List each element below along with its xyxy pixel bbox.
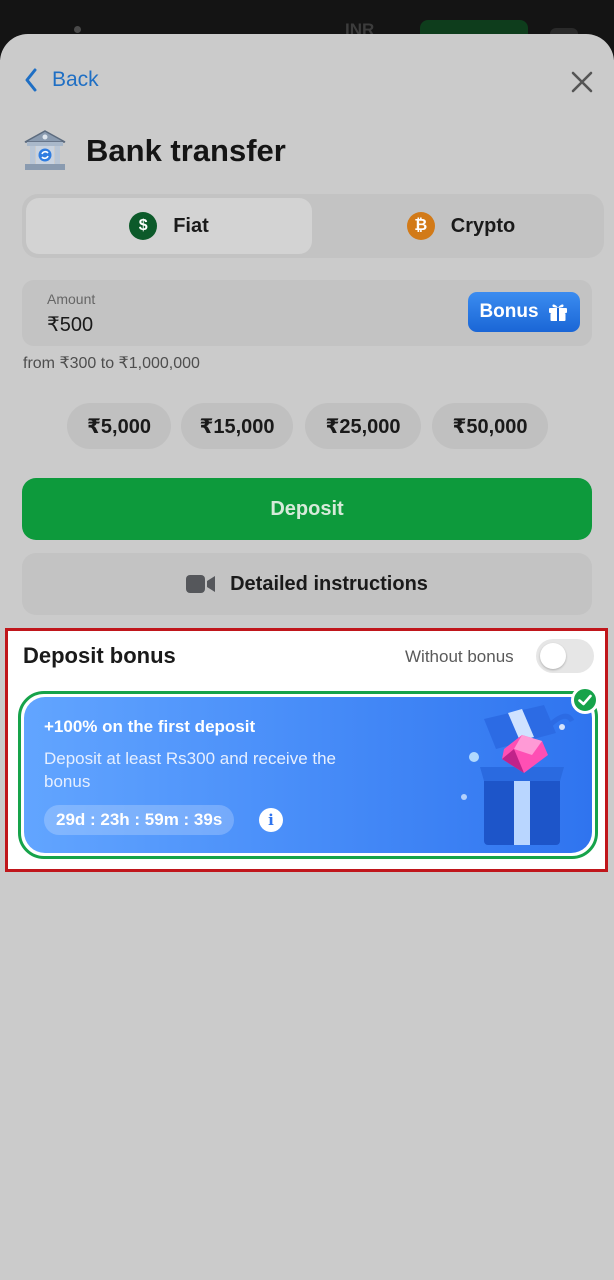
amount-range-hint: from ₹300 to ₹1,000,000 xyxy=(23,355,200,372)
gift-box-diamond-icon xyxy=(461,705,575,845)
quick-amount-chip[interactable]: ₹50,000 xyxy=(432,403,548,449)
back-label: Back xyxy=(52,68,99,91)
quick-amount-chip[interactable]: ₹15,000 xyxy=(181,403,293,449)
tab-crypto-label: Crypto xyxy=(450,214,516,237)
gift-icon xyxy=(548,304,567,321)
bonus-offer-banner: +100% on the first deposit Deposit at le… xyxy=(24,697,592,853)
bonus-countdown-timer: 29d : 23h : 59m : 39s xyxy=(44,805,235,835)
video-camera-icon xyxy=(186,575,216,593)
bank-icon xyxy=(24,130,66,170)
bonus-button[interactable]: Bonus xyxy=(468,292,580,332)
bonus-offer-card[interactable]: +100% on the first deposit Deposit at le… xyxy=(18,691,598,859)
amount-input[interactable]: ₹500 xyxy=(47,312,93,337)
bonus-button-label: Bonus xyxy=(479,301,539,322)
deposit-bonus-heading: Deposit bonus xyxy=(23,643,176,668)
without-bonus-toggle[interactable] xyxy=(536,639,594,673)
tab-fiat-label: Fiat xyxy=(173,214,209,237)
dollar-coin-icon: $ xyxy=(129,212,158,240)
info-icon[interactable]: i xyxy=(259,808,283,832)
amount-label: Amount xyxy=(47,291,96,307)
amount-field[interactable]: Amount ₹500 Bonus xyxy=(22,280,592,346)
back-button[interactable]: Back xyxy=(24,68,99,92)
bitcoin-icon: ₿ xyxy=(406,212,435,240)
page-title: Bank transfer xyxy=(86,133,286,168)
background-dot xyxy=(74,26,81,33)
method-switch: $ Fiat ₿ Crypto xyxy=(22,194,604,258)
deposit-bonus-section: Deposit bonus Without bonus +100% on the… xyxy=(5,628,608,872)
without-bonus-label: Without bonus xyxy=(405,647,514,666)
bonus-offer-title: +100% on the first deposit xyxy=(44,717,256,736)
selected-check-icon xyxy=(571,686,599,714)
detailed-instructions-button[interactable]: Detailed instructions xyxy=(22,553,592,615)
tab-crypto[interactable]: ₿ Crypto xyxy=(322,198,600,254)
tab-fiat[interactable]: $ Fiat xyxy=(26,198,312,254)
quick-amount-chip[interactable]: ₹25,000 xyxy=(305,403,421,449)
bonus-offer-description: Deposit at least Rs300 and receive the b… xyxy=(44,749,337,791)
title-row: Bank transfer xyxy=(22,128,286,174)
quick-amount-chip[interactable]: ₹5,000 xyxy=(67,403,171,449)
close-icon[interactable] xyxy=(568,68,596,96)
deposit-button[interactable]: Deposit xyxy=(22,478,592,540)
toggle-knob xyxy=(540,643,566,669)
chevron-left-icon xyxy=(25,68,37,92)
detailed-instructions-label: Detailed instructions xyxy=(230,572,428,595)
